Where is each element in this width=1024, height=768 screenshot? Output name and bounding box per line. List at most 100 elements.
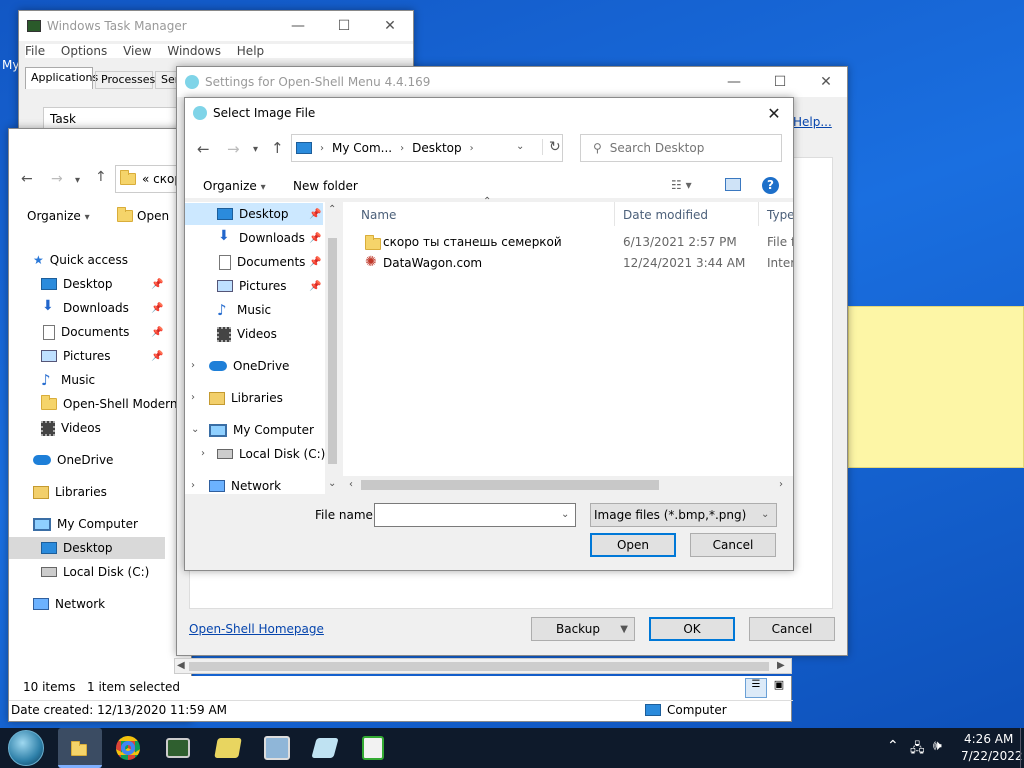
- nav-network[interactable]: Network: [33, 593, 105, 615]
- scroll-left-icon[interactable]: ◀: [177, 660, 185, 671]
- search-box[interactable]: ⚲: [580, 134, 782, 162]
- explorer-organize-button[interactable]: Organize ▾: [27, 209, 90, 223]
- collapse-chevron-icon[interactable]: ⌄: [191, 424, 199, 435]
- homepage-link[interactable]: Open-Shell Homepage: [189, 622, 324, 636]
- maximize-button[interactable]: ☐: [757, 67, 803, 97]
- task-column-header[interactable]: Task: [43, 107, 193, 129]
- volume-icon[interactable]: 🕪: [933, 738, 942, 754]
- column-date[interactable]: Date modified: [617, 202, 759, 226]
- up-icon[interactable]: ↑: [95, 169, 107, 185]
- nav-pictures[interactable]: Pictures: [41, 345, 111, 367]
- settings-titlebar[interactable]: Settings for Open-Shell Menu 4.4.169 — ☐…: [177, 67, 847, 97]
- network-status-icon[interactable]: 🖧: [910, 739, 925, 761]
- task-manager-taskbar-icon[interactable]: [166, 738, 190, 758]
- expand-chevron-icon[interactable]: ›: [191, 480, 195, 491]
- notes-taskbar-icon[interactable]: [214, 738, 242, 758]
- clock-date[interactable]: 7/22/2022: [961, 749, 1023, 763]
- file-list[interactable]: ⌃ Name Date modified Type скоро ты стане…: [343, 196, 793, 494]
- explorer-open-button[interactable]: Open: [117, 207, 169, 223]
- help-link[interactable]: Help...: [793, 115, 832, 129]
- settings-taskbar-icon[interactable]: [264, 736, 290, 760]
- select-image-dialog[interactable]: Select Image File ✕ ← → ▾ ↑ › My Com... …: [184, 97, 794, 571]
- menu-help[interactable]: Help: [237, 44, 264, 58]
- column-type[interactable]: Type: [761, 202, 793, 226]
- view-options-icon[interactable]: ☷ ▾: [671, 178, 692, 192]
- recent-dropdown-icon[interactable]: ▾: [75, 175, 80, 186]
- tab-processes[interactable]: Processes: [95, 71, 155, 89]
- menu-view[interactable]: View: [123, 44, 151, 58]
- column-name[interactable]: Name: [343, 202, 615, 226]
- close-button[interactable]: ✕: [751, 98, 797, 128]
- expand-chevron-icon[interactable]: ›: [191, 392, 195, 403]
- nav-videos[interactable]: Videos: [41, 417, 101, 439]
- scroll-left-icon[interactable]: ‹: [349, 479, 353, 490]
- sticky-note[interactable]: [848, 306, 1024, 468]
- tab-applications[interactable]: Applications: [25, 67, 98, 89]
- clock-time[interactable]: 4:26 AM: [964, 732, 1013, 746]
- nav-pictures[interactable]: Pictures: [217, 275, 287, 297]
- sticky-notes-taskbar-icon[interactable]: [311, 738, 339, 758]
- new-folder-button[interactable]: New folder: [293, 179, 358, 193]
- scroll-right-icon[interactable]: ▶: [777, 660, 785, 671]
- nav-my-computer[interactable]: My Computer: [209, 419, 314, 441]
- scroll-up-icon[interactable]: ⌃: [328, 204, 336, 215]
- close-button[interactable]: ✕: [803, 67, 849, 97]
- file-type-select[interactable]: Image files (*.bmp,*.png) ⌄: [590, 503, 777, 527]
- nav-libraries[interactable]: Libraries: [33, 481, 107, 503]
- help-icon[interactable]: ?: [762, 177, 779, 194]
- backup-button[interactable]: Backup ▼: [531, 617, 635, 641]
- nav-computer-desktop[interactable]: Desktop: [41, 537, 113, 559]
- scroll-thumb[interactable]: [189, 662, 769, 671]
- nav-scrollbar[interactable]: ⌃ ⌄: [325, 202, 341, 494]
- nav-music[interactable]: ♪ Music: [217, 299, 271, 321]
- address-bar[interactable]: › My Com... › Desktop › ⌄ ↻: [291, 134, 563, 162]
- dialog-titlebar[interactable]: Select Image File ✕: [185, 98, 793, 128]
- breadcrumb-root[interactable]: My Com...: [332, 141, 392, 155]
- breadcrumb-current[interactable]: Desktop: [412, 141, 462, 155]
- task-manager-titlebar[interactable]: Windows Task Manager — ☐ ✕: [19, 11, 413, 41]
- minimize-button[interactable]: —: [711, 67, 757, 97]
- nav-local-disk[interactable]: Local Disk (C:): [217, 443, 325, 465]
- file-name-combobox[interactable]: ⌄: [374, 503, 576, 527]
- forward-icon[interactable]: →: [227, 140, 240, 158]
- nav-libraries[interactable]: Libraries: [209, 387, 283, 409]
- back-icon[interactable]: ←: [197, 140, 210, 158]
- chart-app-taskbar-icon[interactable]: [362, 736, 384, 760]
- nav-onedrive[interactable]: OneDrive: [209, 355, 289, 377]
- expand-chevron-icon[interactable]: ›: [191, 360, 195, 371]
- menu-file[interactable]: File: [25, 44, 45, 58]
- dialog-organize-button[interactable]: Organize ▾: [203, 179, 266, 193]
- table-row[interactable]: ✺ DataWagon.com 12/24/2021 3:44 AM Inter…: [343, 253, 793, 273]
- scroll-thumb[interactable]: [328, 238, 337, 464]
- menu-windows[interactable]: Windows: [167, 44, 221, 58]
- dialog-nav-pane[interactable]: Desktop 📌 Downloads 📌 Documents 📌 Pictur…: [185, 202, 341, 494]
- nav-my-computer[interactable]: My Computer: [33, 513, 138, 535]
- minimize-button[interactable]: —: [275, 11, 321, 41]
- nav-quick-access[interactable]: ★ Quick access: [33, 249, 128, 271]
- expand-chevron-icon[interactable]: ›: [201, 448, 205, 459]
- scroll-thumb[interactable]: [361, 480, 659, 490]
- nav-network[interactable]: Network: [209, 475, 281, 497]
- chevron-down-icon[interactable]: ⌄: [561, 509, 569, 520]
- ok-button[interactable]: OK: [649, 617, 735, 641]
- nav-open-shell-modern[interactable]: Open-Shell Modern: [41, 393, 191, 415]
- chrome-taskbar-icon[interactable]: [116, 736, 140, 760]
- file-name-input[interactable]: [379, 505, 555, 525]
- forward-icon[interactable]: →: [51, 171, 63, 187]
- up-icon[interactable]: ↑: [271, 139, 284, 157]
- thumbnail-view-toggle[interactable]: ▣: [769, 678, 789, 698]
- search-input[interactable]: [609, 141, 760, 155]
- nav-downloads[interactable]: Downloads: [217, 227, 305, 249]
- nav-downloads[interactable]: Downloads: [41, 297, 129, 319]
- nav-desktop[interactable]: Desktop: [41, 273, 113, 295]
- cancel-button[interactable]: Cancel: [749, 617, 835, 641]
- close-button[interactable]: ✕: [367, 11, 413, 41]
- file-explorer-taskbar-icon[interactable]: [58, 728, 102, 768]
- back-icon[interactable]: ←: [21, 171, 33, 187]
- scroll-down-icon[interactable]: ⌄: [328, 478, 336, 489]
- nav-onedrive[interactable]: OneDrive: [33, 449, 113, 471]
- outer-hscroll[interactable]: ◀ ▶: [174, 658, 792, 674]
- recent-dropdown-icon[interactable]: ▾: [253, 144, 258, 155]
- show-desktop-button[interactable]: [1020, 728, 1024, 768]
- show-hidden-icons[interactable]: ⌃: [887, 738, 899, 754]
